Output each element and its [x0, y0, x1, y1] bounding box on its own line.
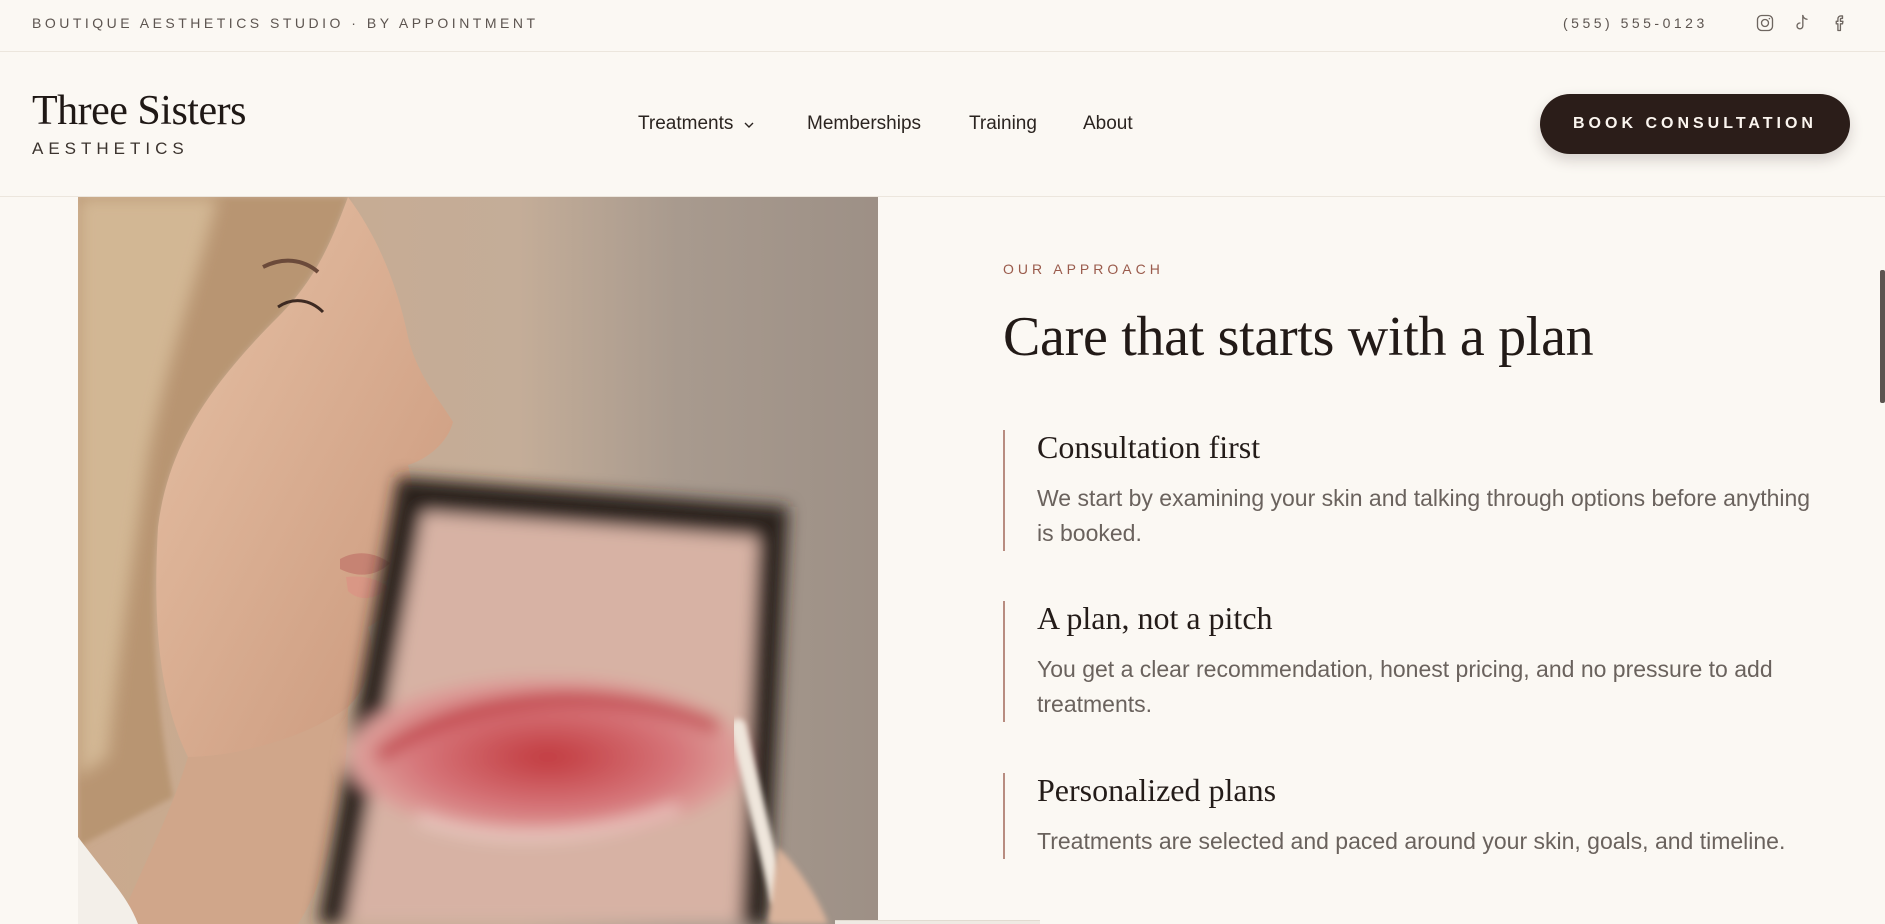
- logo-subtitle: AESTHETICS: [32, 139, 189, 158]
- feature-body: We start by examining your skin and talk…: [1037, 485, 1811, 547]
- approach-photo: [78, 197, 878, 924]
- feature-item: Consultation first We start by examining…: [1003, 429, 1823, 552]
- book-consultation-button[interactable]: BOOK CONSULTATION: [1540, 94, 1850, 154]
- feature-body: Treatments are selected and paced around…: [1037, 828, 1786, 855]
- feature-title: Personalized plans: [1037, 772, 1277, 808]
- chevron-down-icon: [743, 113, 755, 135]
- nav-item-label: Treatments: [638, 113, 734, 135]
- nav-item-training[interactable]: Training: [969, 113, 1037, 135]
- phone-number-link[interactable]: (555) 555-0123: [1563, 15, 1708, 31]
- site-header: Three Sisters AESTHETICS Treatments Memb…: [0, 53, 1885, 197]
- feature-title: Consultation first: [1037, 429, 1261, 465]
- section-heading: Care that starts with a plan: [1003, 306, 1594, 368]
- nav-item-treatments[interactable]: Treatments: [638, 113, 755, 135]
- logo-name: Three Sisters: [32, 88, 246, 134]
- bottom-tab-edge: [835, 920, 1040, 924]
- studio-tagline: BOUTIQUE AESTHETICS STUDIO · BY APPOINTM…: [32, 15, 539, 31]
- feature-title: A plan, not a pitch: [1037, 600, 1273, 636]
- utility-bar: BOUTIQUE AESTHETICS STUDIO · BY APPOINTM…: [0, 0, 1885, 52]
- woman-with-mirror-image: [78, 197, 878, 924]
- facebook-icon[interactable]: [1830, 13, 1850, 33]
- tiktok-icon[interactable]: [1792, 13, 1812, 33]
- feature-item: Personalized plans Treatments are select…: [1003, 772, 1823, 860]
- nav-item-memberships[interactable]: Memberships: [807, 113, 921, 135]
- section-eyebrow: OUR APPROACH: [1003, 261, 1164, 277]
- feature-item: A plan, not a pitch You get a clear reco…: [1003, 600, 1823, 723]
- scrollbar-thumb[interactable]: [1880, 270, 1885, 403]
- instagram-icon[interactable]: [1755, 13, 1775, 33]
- feature-body: You get a clear recommendation, honest p…: [1037, 656, 1773, 718]
- nav-item-about[interactable]: About: [1083, 113, 1133, 135]
